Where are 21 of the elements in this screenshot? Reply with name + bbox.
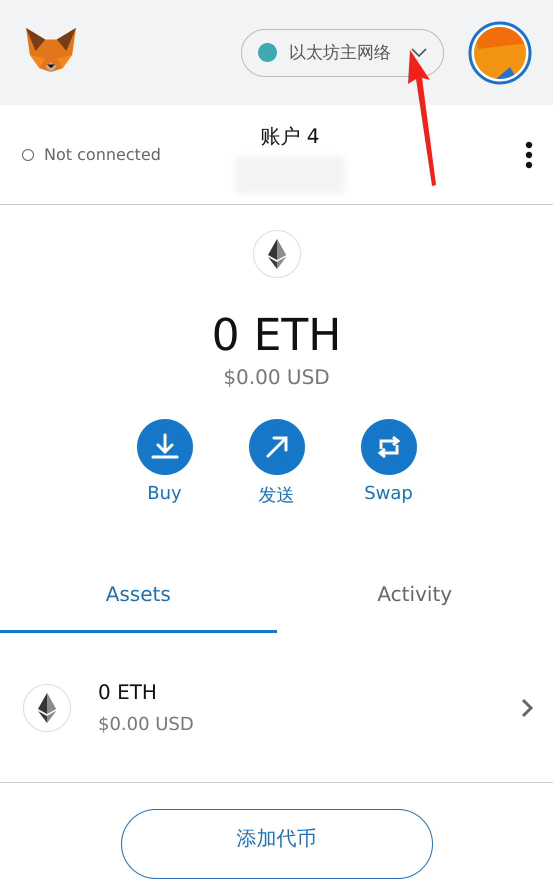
download-icon [136, 419, 192, 475]
asset-amount: 0 ETH [98, 680, 158, 704]
account-name[interactable]: 账户 4 [260, 123, 320, 150]
chevron-down-icon [411, 48, 427, 58]
asset-fiat: $0.00 USD [98, 714, 194, 735]
asset-row[interactable]: 0 ETH $0.00 USD [0, 633, 553, 783]
balance-fiat: $0.00 USD [223, 365, 330, 389]
buy-action-button[interactable]: Buy [136, 419, 192, 507]
account-avatar-icon[interactable] [468, 20, 532, 84]
ethereum-icon [22, 682, 72, 732]
network-selector[interactable]: 以太坊主网络 [241, 28, 444, 76]
balance-amount: 0 ETH [212, 309, 342, 363]
send-action-button[interactable]: 发送 [248, 419, 304, 507]
connection-status[interactable]: Not connected [22, 145, 161, 164]
ethereum-icon [252, 229, 302, 279]
arrow-up-right-icon [248, 419, 304, 475]
more-menu-icon[interactable] [525, 140, 533, 168]
swap-arrows-icon [360, 419, 416, 475]
swap-action-button[interactable]: Swap [360, 419, 416, 507]
chevron-right-icon [521, 698, 533, 718]
add-token-button[interactable]: 添加代币 [120, 809, 432, 879]
